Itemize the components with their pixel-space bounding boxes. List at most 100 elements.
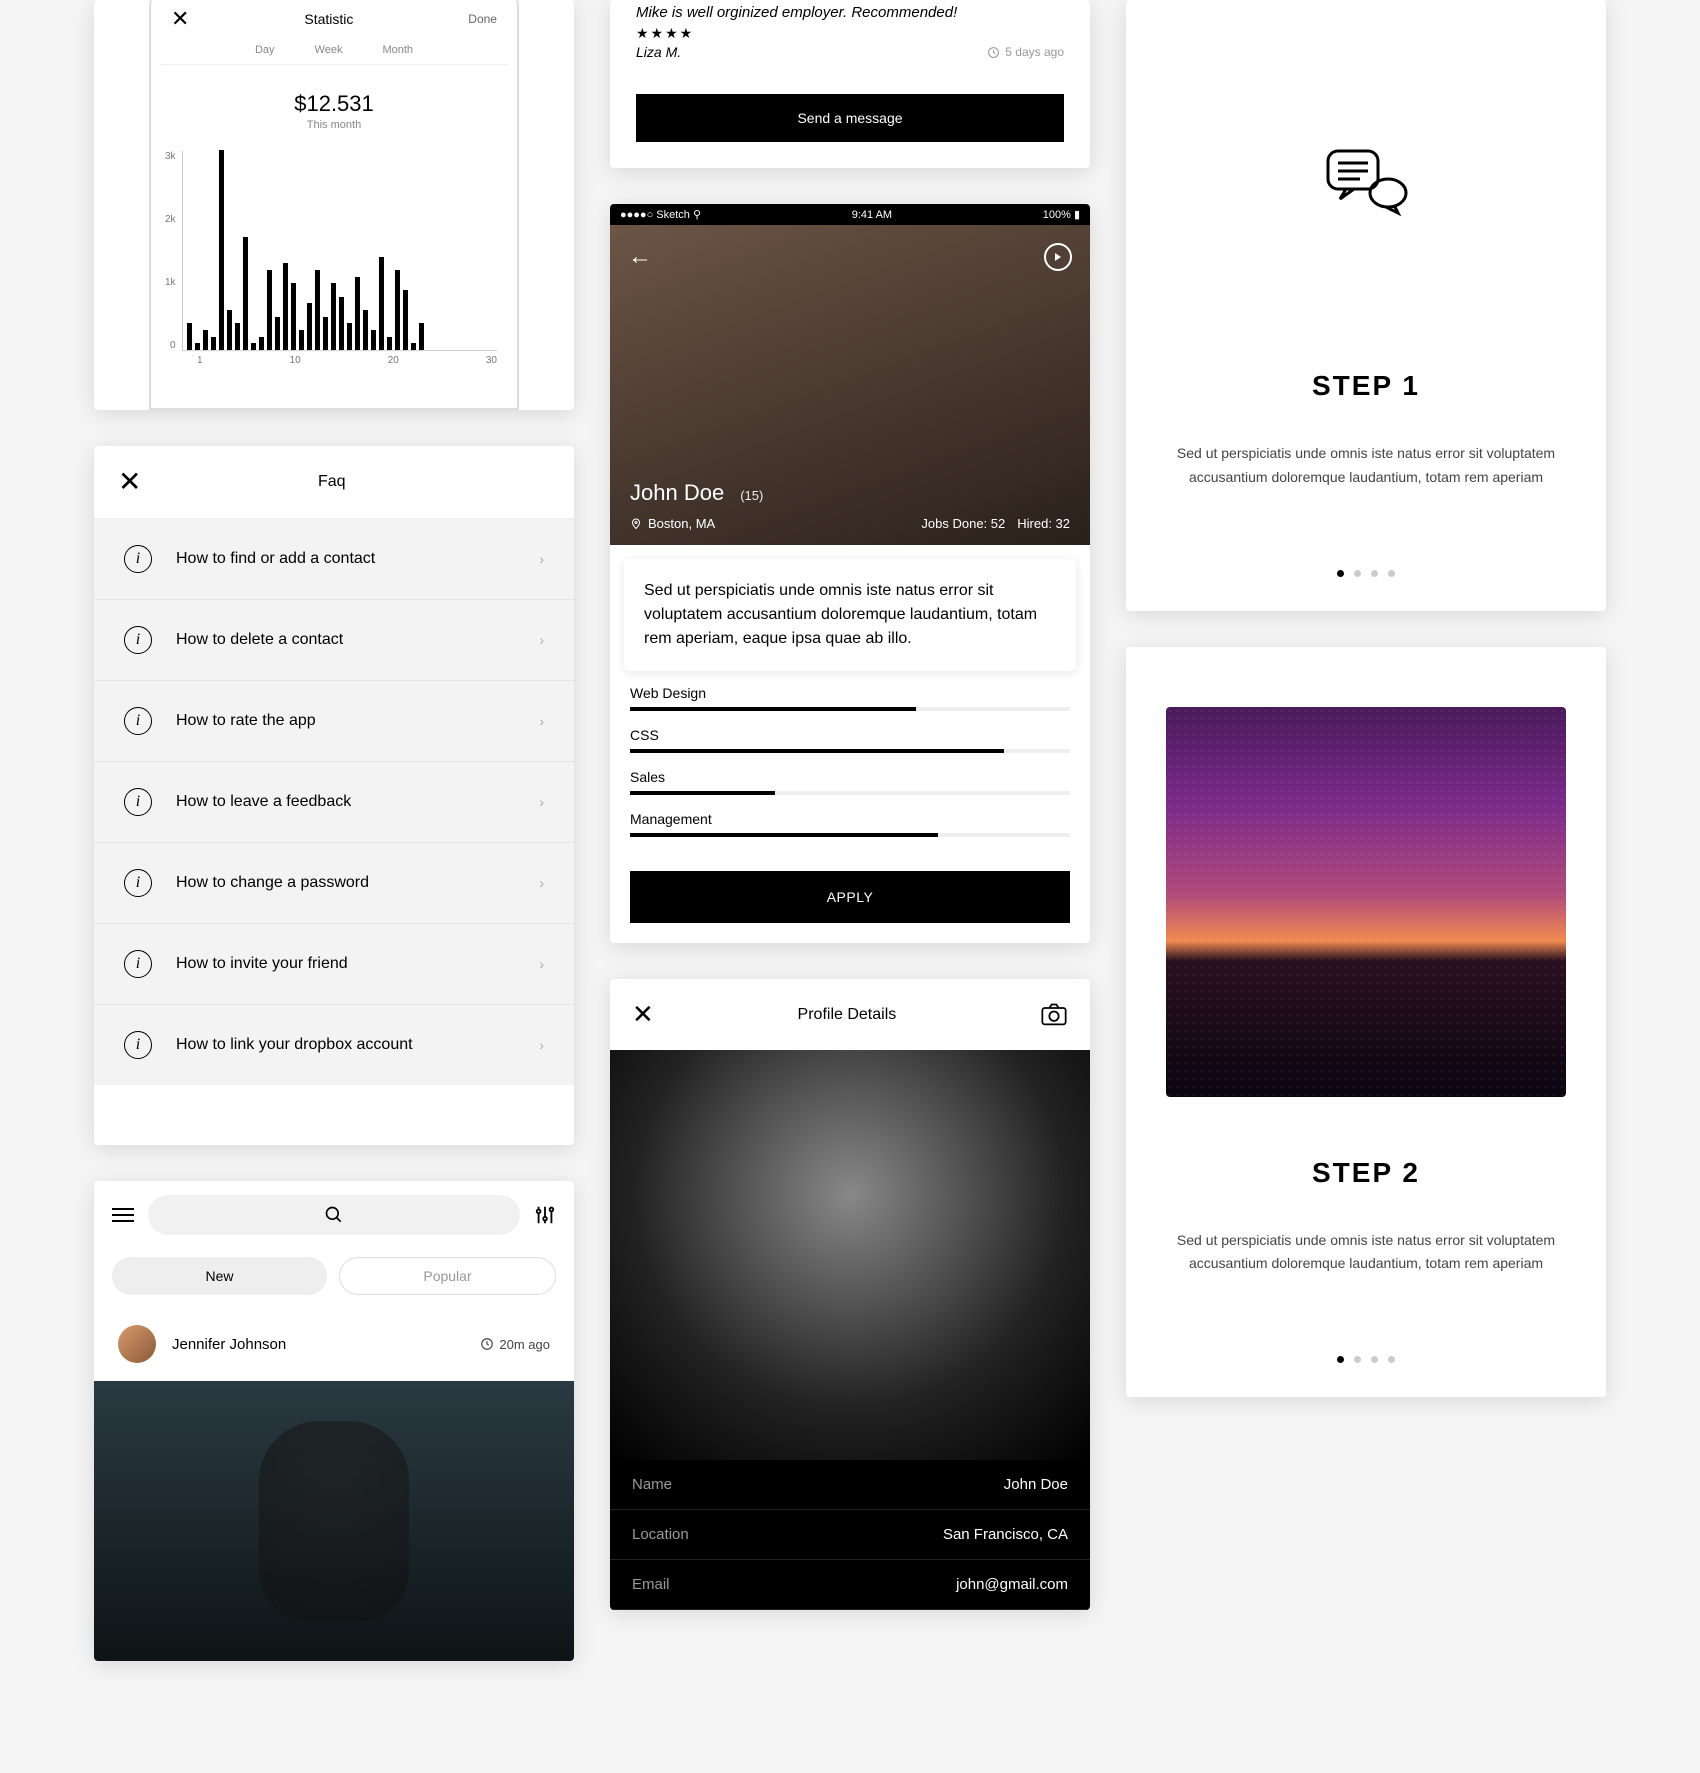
faq-list: iHow to find or add a contact›iHow to de… xyxy=(94,519,574,1085)
bar xyxy=(371,330,376,350)
chevron-right-icon: › xyxy=(539,956,544,972)
step-title: STEP 1 xyxy=(1156,370,1576,402)
tab-popular[interactable]: Popular xyxy=(339,1257,556,1295)
chevron-right-icon: › xyxy=(539,1037,544,1053)
send-message-button[interactable]: Send a message xyxy=(636,94,1064,142)
profile-field[interactable]: Emailjohn@gmail.com xyxy=(610,1560,1090,1610)
step-body: Sed ut perspiciatis unde omnis iste natu… xyxy=(1156,1229,1576,1277)
info-icon: i xyxy=(124,707,152,735)
feed-author[interactable]: Jennifer Johnson xyxy=(172,1336,464,1353)
bar xyxy=(395,270,400,350)
chevron-right-icon: › xyxy=(539,551,544,567)
search-icon xyxy=(324,1205,344,1225)
profile-field[interactable]: Location San Francisco, CA xyxy=(610,1510,1090,1560)
tab-new[interactable]: New xyxy=(112,1257,327,1295)
field-label: Location xyxy=(632,1526,689,1543)
bar xyxy=(315,270,320,350)
filter-icon[interactable] xyxy=(534,1204,556,1226)
jobs-done: Jobs Done: 52 xyxy=(921,516,1005,531)
tab-week[interactable]: Week xyxy=(315,44,343,56)
period-tabs: Day Week Month xyxy=(161,44,507,65)
info-icon: i xyxy=(124,788,152,816)
play-icon[interactable] xyxy=(1044,243,1072,271)
bar xyxy=(347,323,352,350)
bar xyxy=(379,257,384,350)
info-icon: i xyxy=(124,545,152,573)
faq-card: ✕ Faq iHow to find or add a contact›iHow… xyxy=(94,446,574,1145)
page-title: Profile Details xyxy=(798,1006,897,1024)
profile-field[interactable]: Name John Doe xyxy=(610,1460,1090,1510)
page-title: Faq xyxy=(141,473,522,491)
tab-month[interactable]: Month xyxy=(382,44,413,56)
hired-count: Hired: 32 xyxy=(1017,516,1070,531)
avatar[interactable] xyxy=(118,1325,156,1363)
bar xyxy=(283,263,288,350)
bar xyxy=(235,323,240,350)
pin-icon xyxy=(630,518,642,530)
skills-list: Web DesignCSSSalesManagement xyxy=(610,685,1090,871)
field-value: San Francisco, CA xyxy=(943,1526,1068,1543)
faq-item[interactable]: iHow to change a password› xyxy=(94,843,574,924)
feed-image[interactable] xyxy=(94,1381,574,1661)
tab-day[interactable]: Day xyxy=(255,44,275,56)
chat-icon xyxy=(1316,140,1416,230)
bar xyxy=(387,337,392,350)
review-card: Mike is well orginized employer. Recomme… xyxy=(610,0,1090,168)
skill-label: Management xyxy=(630,811,1070,827)
clock-icon xyxy=(480,1337,494,1351)
camera-icon[interactable] xyxy=(1040,1003,1068,1027)
faq-item[interactable]: iHow to leave a feedback› xyxy=(94,762,574,843)
field-value: John Doe xyxy=(1004,1476,1068,1493)
profile-details-card: ✕ Profile Details Name John Doe Location Sa… xyxy=(610,979,1090,1610)
profile-hero: ← John Doe (15) Boston, MA xyxy=(610,225,1090,545)
menu-icon[interactable] xyxy=(112,1208,134,1222)
review-timestamp: 5 days ago xyxy=(987,45,1064,59)
bar xyxy=(275,317,280,350)
bar xyxy=(187,323,192,350)
faq-label: How to link your dropbox account xyxy=(176,1036,539,1054)
faq-item[interactable]: iHow to link your dropbox account› xyxy=(94,1005,574,1085)
bar xyxy=(331,283,336,350)
faq-item[interactable]: iHow to delete a contact› xyxy=(94,600,574,681)
field-label: Name xyxy=(632,1476,672,1493)
faq-item[interactable]: iHow to rate the app› xyxy=(94,681,574,762)
page-dots[interactable] xyxy=(1156,570,1576,577)
bar xyxy=(267,270,272,350)
page-dots[interactable] xyxy=(1156,1356,1576,1363)
clock-icon xyxy=(987,46,1000,59)
skill-row: Management xyxy=(630,811,1070,837)
bar xyxy=(419,323,424,350)
onboarding-step2-card: STEP 2 Sed ut perspiciatis unde omnis is… xyxy=(1126,647,1606,1398)
skill-label: CSS xyxy=(630,727,1070,743)
bar xyxy=(339,297,344,350)
faq-label: How to delete a contact xyxy=(176,631,539,649)
faq-item[interactable]: iHow to find or add a contact› xyxy=(94,519,574,600)
onboarding-step1-card: STEP 1 Sed ut perspiciatis unde omnis is… xyxy=(1126,0,1606,611)
back-icon[interactable]: ← xyxy=(628,243,652,271)
step-body: Sed ut perspiciatis unde omnis iste natu… xyxy=(1156,442,1576,490)
close-icon[interactable]: ✕ xyxy=(118,468,141,496)
skill-row: Sales xyxy=(630,769,1070,795)
bar xyxy=(227,310,232,350)
field-label: Email xyxy=(632,1576,670,1593)
statistic-card: ✕ Statistic Done Day Week Month $12.531 … xyxy=(94,0,574,410)
apply-button[interactable]: APPLY xyxy=(630,871,1070,923)
bar xyxy=(291,283,296,350)
search-input[interactable] xyxy=(148,1195,520,1235)
faq-item[interactable]: iHow to invite your friend› xyxy=(94,924,574,1005)
faq-label: How to invite your friend xyxy=(176,955,539,973)
info-icon: i xyxy=(124,626,152,654)
star-rating: ★★★★ xyxy=(636,25,1064,42)
profile-fields: Name John Doe Location San Francisco, CA Ema… xyxy=(610,1460,1090,1610)
review-text: Mike is well orginized employer. Recomme… xyxy=(636,4,1064,21)
bar xyxy=(363,310,368,350)
bar xyxy=(299,330,304,350)
close-icon[interactable]: ✕ xyxy=(632,999,654,1030)
close-icon[interactable]: ✕ xyxy=(171,6,189,32)
profile-photo[interactable] xyxy=(610,1050,1090,1460)
done-button[interactable]: Done xyxy=(468,12,497,26)
bar xyxy=(307,303,312,350)
status-time: 9:41 AM xyxy=(852,209,892,221)
chevron-right-icon: › xyxy=(539,713,544,729)
bar-chart: 3k2k1k0 1102030 xyxy=(161,131,507,366)
